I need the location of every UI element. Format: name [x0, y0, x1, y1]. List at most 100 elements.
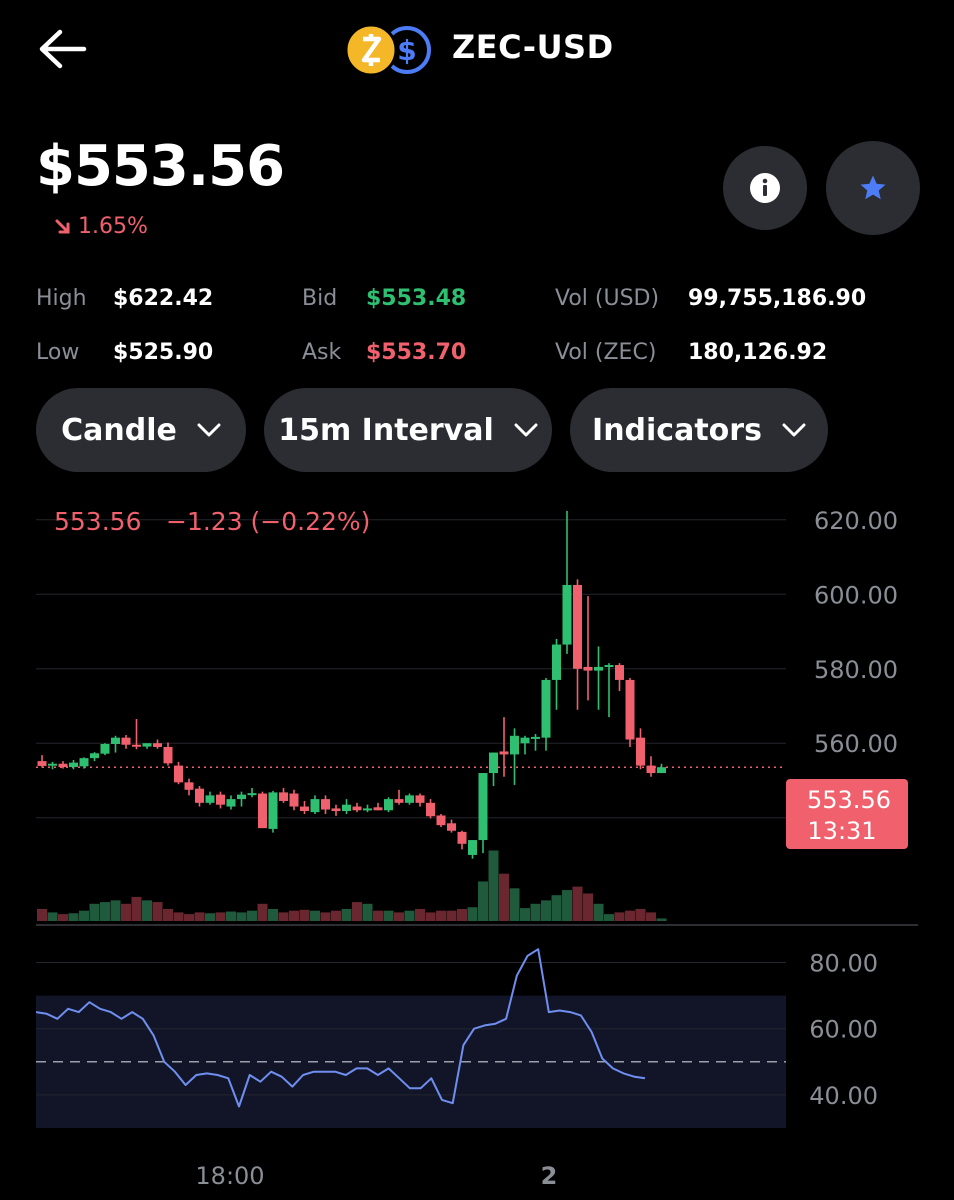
volume-bar — [79, 910, 89, 921]
arrow-down-right-icon — [55, 219, 70, 233]
candle-body — [604, 665, 614, 668]
watchlist-star-button[interactable] — [826, 141, 920, 235]
volume-bar — [299, 909, 310, 921]
stat-ask-value: $553.70 — [366, 340, 467, 365]
candle-body — [352, 806, 362, 811]
candle-body — [184, 782, 194, 790]
candle-body — [478, 773, 488, 841]
stat-bid: Bid — [302, 286, 337, 311]
candle-body — [384, 799, 393, 811]
candle-body — [258, 793, 267, 829]
candle-body — [216, 794, 225, 805]
rsi-band — [36, 961, 786, 1128]
stat-vol-zec-value: 180,126.92 — [688, 340, 828, 365]
candle-body — [342, 804, 351, 812]
candle-body — [541, 679, 551, 738]
volume-bar — [341, 908, 352, 921]
candle-body — [195, 788, 204, 803]
indicators-dropdown[interactable]: Indicators — [570, 388, 828, 472]
candle-body — [468, 840, 477, 855]
volume-bar — [656, 918, 667, 921]
stat-high: High — [36, 286, 87, 311]
info-button[interactable] — [723, 146, 807, 230]
star-icon — [860, 175, 886, 200]
candle-body — [426, 802, 435, 817]
candle-body — [205, 795, 215, 803]
volume-bar — [331, 910, 341, 921]
volume-bar — [509, 888, 520, 921]
volume-bar — [68, 913, 79, 921]
candle-body — [142, 743, 152, 747]
candle-body — [415, 795, 425, 803]
candle-body — [447, 823, 456, 831]
candle-body — [247, 793, 257, 796]
price-change-percent: 1.65% — [78, 214, 148, 239]
volume-bar — [226, 911, 236, 921]
stat-ask: Ask — [302, 340, 341, 365]
volume-bar — [320, 912, 331, 921]
candle-body — [310, 799, 320, 813]
volume-bar — [467, 907, 478, 921]
volume-bar — [236, 912, 247, 921]
stat-low-value-wrap: $525.90 — [113, 340, 213, 365]
candle-body — [615, 665, 624, 680]
candle-body — [100, 743, 110, 754]
candle-body — [268, 792, 278, 829]
current-price: $553.56 — [36, 134, 285, 199]
volume-bar — [247, 910, 257, 921]
candle-body — [111, 737, 120, 744]
chart-last-price: 553.56 — [54, 507, 141, 536]
stat-vol-usd-value: 99,755,186.90 — [688, 286, 867, 311]
time-tick-label: 18:00 — [195, 1162, 264, 1190]
candle-body — [657, 767, 666, 774]
volume-bar — [614, 912, 625, 921]
volume-bar — [268, 908, 278, 921]
candle-body — [405, 795, 414, 803]
volume-bar — [530, 903, 541, 921]
stat-vol-usd: Vol (USD) — [555, 286, 659, 311]
volume-bar — [310, 910, 320, 921]
candle-body — [636, 737, 645, 766]
stat-bid-label: Bid — [302, 286, 338, 311]
stat-low-label: Low — [36, 340, 80, 365]
volume-bar — [205, 913, 215, 921]
volume-bar — [121, 903, 131, 921]
candle-body — [331, 808, 341, 812]
volume-bar — [499, 873, 509, 921]
volume-bar — [37, 908, 47, 921]
volume-bar — [541, 900, 551, 921]
interval-dropdown[interactable]: 15m Interval — [264, 388, 552, 472]
chart-type-dropdown[interactable]: Candle — [36, 388, 246, 472]
chevron-down-icon — [514, 423, 538, 437]
volume-bar — [646, 912, 656, 921]
indicators-label: Indicators — [592, 412, 762, 448]
chart-grid — [36, 519, 918, 926]
price-tick-label: 600.00 — [814, 581, 898, 609]
price-tag-value: 553.56 — [807, 786, 891, 814]
back-button[interactable] — [36, 26, 92, 72]
volume-bar — [446, 910, 457, 921]
volume-bar — [488, 850, 499, 921]
price-chart[interactable]: 620.00600.00580.00560.00540.0080.0060.00… — [0, 490, 954, 1200]
volume-bar — [404, 910, 415, 921]
volume-bar — [520, 908, 530, 921]
candle-body — [646, 765, 656, 774]
candlesticks — [37, 510, 666, 859]
candle-body — [58, 763, 68, 768]
volume-bar — [100, 902, 110, 921]
volume-bar — [394, 912, 404, 921]
stat-bid-value: $553.48 — [366, 286, 467, 311]
volume-bar — [415, 908, 425, 921]
volume-bar — [436, 910, 446, 921]
volume-bar — [257, 903, 268, 921]
volume-bar — [131, 896, 142, 921]
candle-body — [489, 752, 498, 774]
candle-body — [321, 799, 330, 810]
chevron-down-icon — [782, 423, 806, 437]
candle-body — [79, 758, 89, 767]
stat-vol-usd-label: Vol (USD) — [555, 286, 660, 311]
stat-low-value: $525.90 — [113, 340, 214, 365]
volume-bar — [215, 912, 226, 921]
candle-body — [279, 792, 288, 801]
interval-label: 15m Interval — [278, 412, 494, 448]
